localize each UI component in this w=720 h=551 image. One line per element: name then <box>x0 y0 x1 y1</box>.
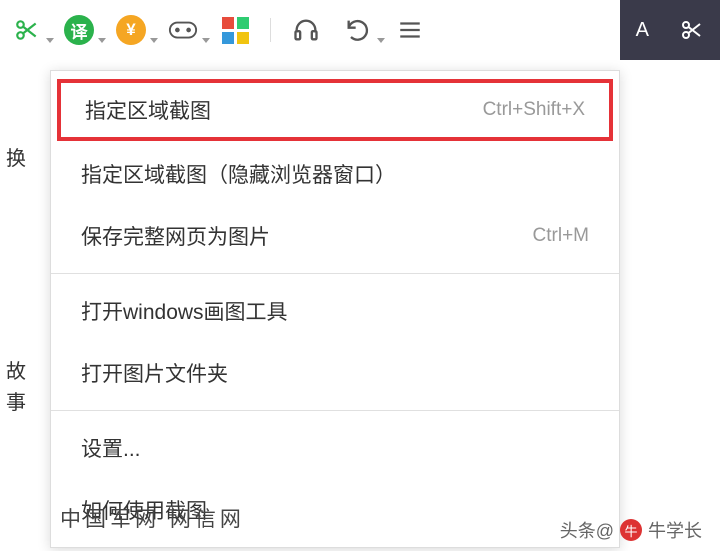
translate-icon: 译 <box>64 15 94 45</box>
attribution-name: 牛学长 <box>648 517 702 543</box>
letter-a: A <box>636 19 649 42</box>
hamburger-menu-button[interactable] <box>393 13 427 47</box>
menu-item-label: 打开图片文件夹 <box>81 358 228 388</box>
menu-item-shortcut: Ctrl+Shift+X <box>483 99 585 121</box>
chevron-down-icon <box>46 38 54 43</box>
background-page-text: 中国军网 网信网 <box>60 503 245 533</box>
menu-item-shortcut: Ctrl+M <box>533 225 589 247</box>
menu-item-label: 指定区域截图 <box>85 95 211 125</box>
bg-char: 故 <box>6 355 40 384</box>
menu-item-settings[interactable]: 设置... <box>51 417 619 479</box>
price-button[interactable]: ¥ <box>114 13 148 47</box>
headphones-button[interactable] <box>289 13 323 47</box>
avatar-icon: 牛 <box>620 519 642 541</box>
divider <box>51 273 619 274</box>
divider <box>51 410 619 411</box>
menu-item-label: 保存完整网页为图片 <box>81 221 270 251</box>
chevron-down-icon <box>98 38 106 43</box>
scissors-icon[interactable] <box>10 13 44 47</box>
menu-item-save-full-page[interactable]: 保存完整网页为图片 Ctrl+M <box>51 205 619 267</box>
bg-char: 换 <box>6 142 40 171</box>
attribution: 头条@ 牛 牛学长 <box>560 517 702 543</box>
menu-item-label: 指定区域截图（隐藏浏览器窗口） <box>81 159 396 189</box>
menu-item-label: 设置... <box>81 433 141 463</box>
left-background-text: 换 故 事 <box>0 60 40 530</box>
divider <box>270 18 271 42</box>
dark-toolbar-fragment: A <box>620 0 720 60</box>
chevron-down-icon <box>150 38 158 43</box>
browser-toolbar: 译 ¥ <box>0 0 720 60</box>
app-grid-icon <box>222 17 249 44</box>
chevron-down-icon <box>202 38 210 43</box>
undo-button[interactable] <box>341 13 375 47</box>
scissors-icon <box>680 18 704 42</box>
menu-item-label: 打开windows画图工具 <box>81 296 288 326</box>
menu-item-capture-region[interactable]: 指定区域截图 Ctrl+Shift+X <box>57 79 613 141</box>
tiles-button[interactable] <box>218 13 252 47</box>
translate-button[interactable]: 译 <box>62 13 96 47</box>
game-button[interactable] <box>166 13 200 47</box>
attribution-prefix: 头条@ <box>560 517 614 543</box>
menu-item-open-image-folder[interactable]: 打开图片文件夹 <box>51 342 619 404</box>
bg-char: 事 <box>6 386 40 415</box>
screenshot-dropdown-menu: 指定区域截图 Ctrl+Shift+X 指定区域截图（隐藏浏览器窗口） 保存完整… <box>50 70 620 548</box>
chevron-down-icon <box>377 38 385 43</box>
yen-icon: ¥ <box>116 15 146 45</box>
menu-item-capture-region-hide-browser[interactable]: 指定区域截图（隐藏浏览器窗口） <box>51 143 619 205</box>
menu-item-open-paint[interactable]: 打开windows画图工具 <box>51 280 619 342</box>
